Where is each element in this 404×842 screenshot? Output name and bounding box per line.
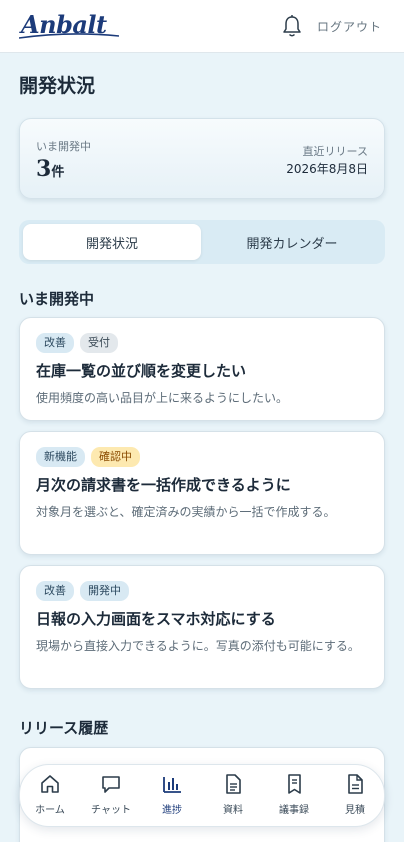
category-badge: 新機能 [36,447,85,467]
bell-icon[interactable] [281,14,303,38]
nav-estimates[interactable]: 見積 [326,773,384,821]
nav-home[interactable]: ホーム [21,773,79,821]
status-badge: 確認中 [91,447,140,467]
nav-label: 進捗 [162,805,182,816]
nav-documents[interactable]: 資料 [204,773,262,821]
view-tabs: 開発状況 開発カレンダー [19,220,385,264]
status-badge: 開発中 [80,581,129,601]
card-title: 在庫一覧の並び順を変更したい [36,362,247,380]
page-title: 開発状況 [19,75,96,97]
in-dev-count: 3件 [36,156,64,182]
dev-card[interactable]: 改善 開発中 日報の入力画面をスマホ対応にする 現場から直接入力できるように。写… [19,565,385,689]
count-value: 3 [36,156,52,182]
tab-dev-calendar[interactable]: 開発カレンダー [203,224,381,260]
card-title: 月次の請求書を一括作成できるように [36,476,291,494]
section-title-in-dev: いま開発中 [19,290,95,308]
notebook-icon [288,774,301,794]
home-icon [41,775,59,793]
category-badge: 改善 [36,581,74,601]
badge-group: 新機能 確認中 [36,447,140,467]
in-dev-label: いま開発中 [36,140,91,153]
app-header: Anbalt ログアウト [0,0,404,53]
release-date: 2026年8月8日 [286,162,368,176]
dev-card[interactable]: 改善 受付 在庫一覧の並び順を変更したい 使用頻度の高い品目が上に来るようにした… [19,317,385,421]
logout-button[interactable]: ログアウト [317,18,382,35]
count-unit: 件 [51,165,65,180]
tab-dev-status[interactable]: 開発状況 [23,224,201,260]
section-title-release-history: リリース履歴 [19,719,109,737]
nav-chat[interactable]: チャット [82,773,140,821]
status-badge: 受付 [80,333,118,353]
nav-label: 資料 [223,805,243,816]
logo-swoosh-icon [19,33,119,39]
badge-group: 改善 開発中 [36,581,129,601]
card-title: 日報の入力画面をスマホ対応にする [36,610,276,628]
estimate-icon [348,774,363,794]
nav-minutes[interactable]: 議事録 [265,773,323,821]
release-label: 直近リリース [302,145,368,158]
nav-label: チャット [91,805,131,816]
document-icon [226,774,241,794]
badge-group: 改善 受付 [36,333,118,353]
nav-label: 見積 [345,805,365,816]
nav-label: 議事録 [279,805,309,816]
bottom-nav: ホーム チャット 進捗 資料 議事録 見積 [19,764,385,827]
nav-label: ホーム [35,805,65,816]
card-description: 対象月を選ぶと、確定済みの実績から一括で作成する。 [36,505,336,519]
card-description: 使用頻度の高い品目が上に来るようにしたい。 [36,391,289,405]
nav-progress[interactable]: 進捗 [143,773,201,821]
category-badge: 改善 [36,333,74,353]
bar-chart-icon [163,777,181,793]
summary-card: いま開発中 3件 直近リリース 2026年8月8日 [19,118,385,199]
card-description: 現場から直接入力できるように。写真の添付も可能にする。 [36,639,360,653]
dev-card[interactable]: 新機能 確認中 月次の請求書を一括作成できるように 対象月を選ぶと、確定済みの実… [19,431,385,555]
chat-icon [102,776,120,793]
